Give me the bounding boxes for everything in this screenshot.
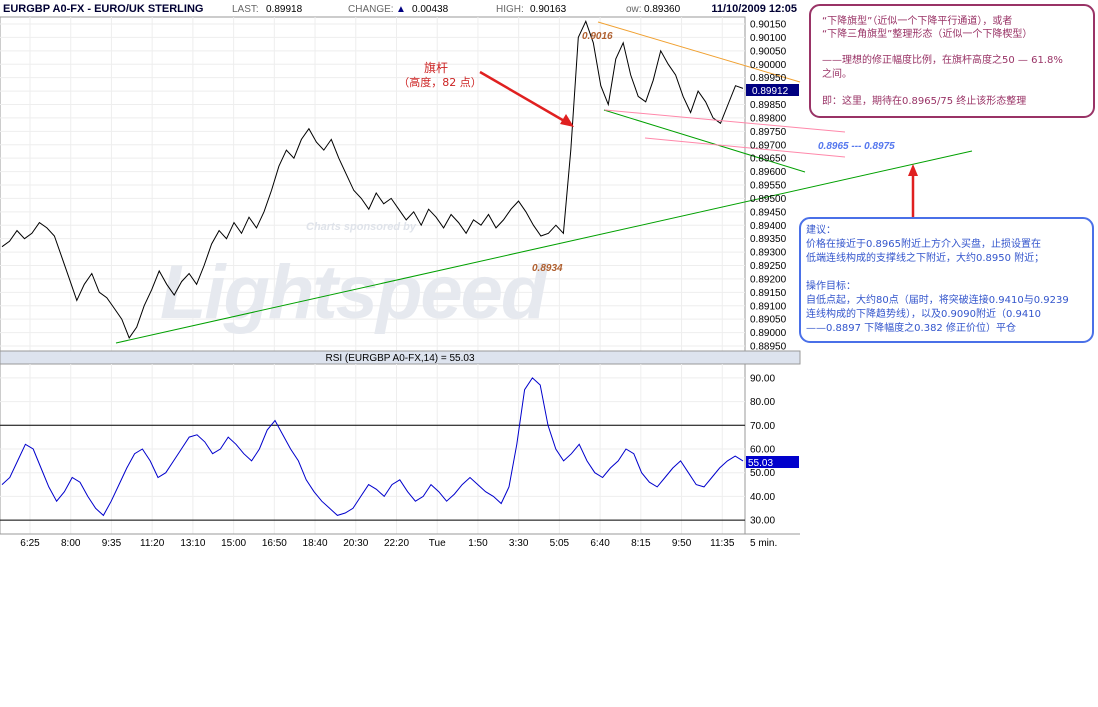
- price-tick-label: 0.89600: [750, 167, 787, 178]
- high-value: 0.90163: [530, 4, 567, 15]
- low-price-label: 0.8934: [532, 263, 563, 274]
- price-tick-label: 0.89350: [750, 234, 787, 245]
- price-tick-label: 0.89200: [750, 274, 787, 285]
- price-tick-label: 0.90150: [750, 20, 787, 31]
- price-tick-label: 0.89450: [750, 207, 787, 218]
- rsi-tick-label: 50.00: [750, 468, 775, 479]
- price-tick-label: 0.89800: [750, 113, 787, 124]
- last-price-tag: 0.89912: [752, 86, 789, 97]
- time-axis: 6:25 8:00 9:35 11:20 13:10 15:00 16:50 18:40 20:…: [20, 538, 735, 549]
- note-bottom-title2: 操作目标：: [806, 279, 856, 292]
- note-bottom-line4: 连线构成的下降趋势线），以及0.9090附近（0.9410: [806, 307, 1041, 320]
- symbol-title: EURGBP A0-FX - EURO/UK STERLING: [3, 3, 203, 15]
- time-tick-label: 5:05: [550, 538, 570, 549]
- note-top-line1: “下降旗型”（近似一个下降平行通道），或者: [822, 14, 1012, 27]
- time-tick-label: Tue: [429, 538, 446, 549]
- time-tick-label: 11:20: [140, 538, 165, 549]
- price-tick-label: 0.89250: [750, 261, 787, 272]
- time-tick-label: 13:10: [180, 538, 205, 549]
- last-value: 0.89918: [266, 4, 303, 15]
- price-tick-label: 0.90050: [750, 46, 787, 57]
- flagpole-title: 旗杆: [424, 60, 448, 75]
- low-label: ow:: [626, 4, 642, 15]
- time-tick-label: 6:40: [590, 538, 610, 549]
- time-tick-label: 16:50: [262, 538, 287, 549]
- note-bottom-line3: 自低点起，大约80点（届时，将突破连接0.9410与0.9239: [806, 293, 1069, 306]
- chart-canvas: EURGBP A0-FX - EURO/UK STERLING LAST: 0.…: [0, 0, 1095, 549]
- note-bottom-line2: 低端连线构成的支撑线之下附近，大约0.8950 附近；: [806, 251, 1044, 264]
- note-top-line4: 之间。: [822, 67, 852, 80]
- time-tick-label: 8:00: [61, 538, 81, 549]
- sponsor-watermark: Charts sponsored by: [306, 221, 417, 233]
- time-tick-label: 20:30: [343, 538, 368, 549]
- price-tick-label: 0.89650: [750, 154, 787, 165]
- price-tick-label: 0.89750: [750, 127, 787, 138]
- brand-watermark: Lightspeed: [160, 250, 549, 335]
- flagpole-subtitle: （高度，82 点）: [398, 75, 482, 89]
- rsi-title: RSI (EURGBP A0-FX,14) = 55.03: [325, 353, 474, 364]
- price-tick-label: 0.90000: [750, 60, 787, 71]
- price-tick-label: 0.89050: [750, 315, 787, 326]
- note-bottom-line5: ——0.8897 下降幅度之0.382 修正价位）平仓: [806, 321, 1016, 334]
- time-tick-label: 6:25: [20, 538, 40, 549]
- change-arrow-icon: ▲: [396, 4, 406, 15]
- target-arrow-head-icon: [908, 164, 918, 176]
- rsi-last-tag: 55.03: [748, 458, 773, 469]
- price-tick-label: 0.89300: [750, 248, 787, 259]
- price-tick-label: 0.89850: [750, 100, 787, 111]
- time-tick-label: 1:50: [468, 538, 488, 549]
- time-tick-label: 18:40: [303, 538, 328, 549]
- time-tick-label: 15:00: [221, 538, 246, 549]
- price-axis: 0.90150 0.90100 0.90050 0.90000 0.89950 0.899…: [750, 20, 787, 353]
- note-top-line3: ——理想的修正幅度比例，在旗杆高度之50 — 61.8%: [822, 53, 1063, 66]
- time-tick-label: 11:35: [710, 538, 735, 549]
- price-tick-label: 0.89700: [750, 140, 787, 151]
- rsi-tick-label: 40.00: [750, 492, 775, 503]
- time-tick-label: 9:35: [102, 538, 122, 549]
- time-unit-label: 5 min.: [750, 538, 777, 549]
- price-tick-label: 0.89100: [750, 301, 787, 312]
- high-label: HIGH:: [496, 4, 524, 15]
- rsi-tick-label: 80.00: [750, 397, 775, 408]
- note-top-line5: 即：这里，期待在0.8965/75 终止该形态整理: [822, 94, 1026, 107]
- price-tick-label: 0.89950: [750, 73, 787, 84]
- rsi-axis: 90.00 80.00 70.00 60.00 50.00 40.00 30.00: [750, 373, 775, 526]
- time-tick-label: 3:30: [509, 538, 529, 549]
- rsi-tick-label: 30.00: [750, 516, 775, 527]
- rsi-tick-label: 60.00: [750, 445, 775, 456]
- last-label: LAST:: [232, 4, 259, 15]
- price-tick-label: 0.89000: [750, 328, 787, 339]
- low-value: 0.89360: [644, 4, 681, 15]
- note-top-line2: “下降三角旗型”整理形态（近似一个下降楔型）: [822, 27, 1032, 40]
- price-tick-label: 0.89500: [750, 194, 787, 205]
- price-tick-label: 0.89150: [750, 288, 787, 299]
- time-tick-label: 8:15: [631, 538, 651, 549]
- rsi-tick-label: 90.00: [750, 373, 775, 384]
- change-value: 0.00438: [412, 4, 449, 15]
- rsi-tick-label: 70.00: [750, 421, 775, 432]
- chart-datetime: 11/10/2009 12:05: [711, 3, 797, 15]
- note-bottom-title: 建议：: [806, 223, 836, 236]
- time-tick-label: 22:20: [384, 538, 409, 549]
- price-tick-label: 0.90100: [750, 33, 787, 44]
- change-label: CHANGE:: [348, 4, 394, 15]
- peak-price-label: 0.9016: [582, 31, 613, 42]
- target-range-label: 0.8965 --- 0.8975: [818, 141, 895, 152]
- price-tick-label: 0.89550: [750, 181, 787, 192]
- price-tick-label: 0.89400: [750, 221, 787, 232]
- note-bottom-line1: 价格在接近于0.8965附近上方介入买盘，止损设置在: [806, 237, 1041, 250]
- time-tick-label: 9:50: [672, 538, 692, 549]
